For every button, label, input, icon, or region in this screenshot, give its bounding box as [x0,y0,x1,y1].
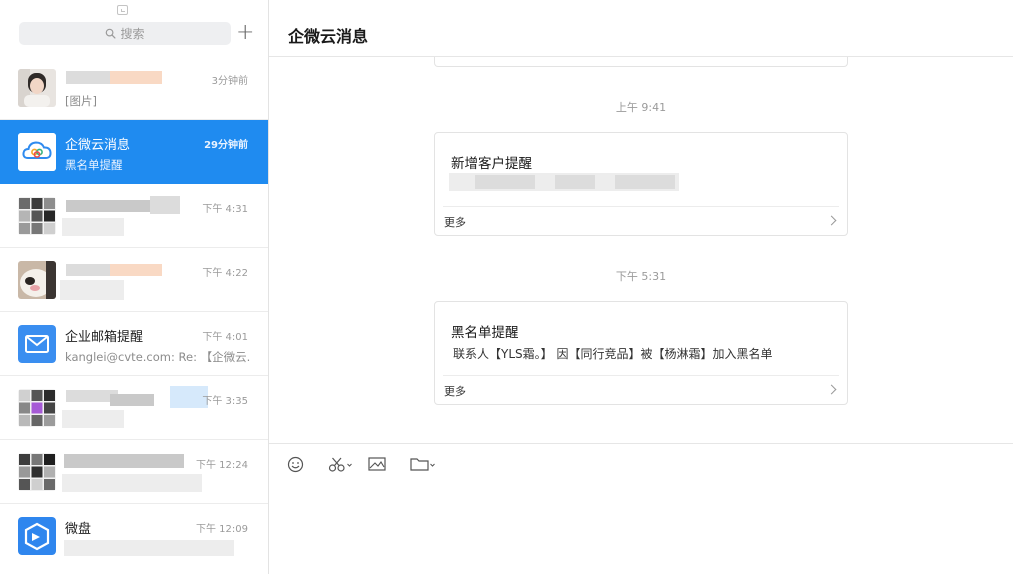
input-toolbar [287,454,450,474]
conversation-name: 微盘 [65,522,92,537]
conversation-item[interactable]: 下午 3:35 [0,376,268,440]
message-card-partial [434,57,848,67]
conversation-item[interactable]: 下午 4:22 [0,248,268,312]
chat-title: 企微云消息 [288,27,369,46]
conversation-item[interactable]: 下午 12:24 [0,440,268,504]
conversation-name: 企业邮箱提醒 [65,330,144,345]
conversation-time: 3分钟前 [211,76,248,87]
chevron-right-icon[interactable] [826,215,837,226]
conversation-preview: kanglei@cvte.com: Re: 【企微云... [65,350,250,364]
conversation-item[interactable]: 下午 4:31 [0,184,268,248]
message-card-blacklist[interactable]: 黑名单提醒 联系人【YLS霜。】 因【同行竞品】被【杨淋霜】加入黑名单 更多 [434,301,848,405]
group-avatar [18,453,56,491]
avatar [18,261,56,299]
card-more-link[interactable]: 更多 [444,383,466,399]
conversation-name: 企微云消息 [65,138,131,153]
input-divider [269,443,1013,444]
window-restore-icon[interactable] [117,5,128,15]
conversation-item[interactable]: 企业邮箱提醒 kanglei@cvte.com: Re: 【企微云... 下午 … [0,312,268,376]
group-avatar [18,197,56,235]
weipan-box-icon [18,517,56,555]
conversation-item[interactable]: [图片] 3分钟前 [0,56,268,120]
qiweiyun-cloud-icon [18,133,56,171]
folder-button[interactable] [410,455,436,473]
card-title: 新增客户提醒 [451,156,532,172]
image-icon [368,457,386,471]
conversation-item[interactable]: 微盘 下午 12:09 [0,504,268,568]
app-window: 搜索 + [图片] 3分钟前 企微云消息 黑名单提醒 29分钟前 下午 4:31… [0,0,1013,574]
search-input[interactable]: 搜索 [19,22,231,45]
add-button[interactable]: + [236,22,254,44]
conversation-time: 下午 4:01 [202,332,248,343]
conversation-time: 下午 3:35 [202,396,248,407]
message-timestamp: 上午 9:41 [615,101,667,114]
conversation-time: 下午 12:09 [196,524,248,535]
avatar [18,69,56,107]
image-button[interactable] [368,455,386,473]
emoji-button[interactable] [287,455,304,473]
search-placeholder: 搜索 [120,27,145,41]
conversation-time: 下午 12:24 [196,460,248,471]
card-body: 联系人【YLS霜。】 因【同行竞品】被【杨淋霜】加入黑名单 [453,347,773,361]
conversation-time: 下午 4:22 [202,268,248,279]
conversation-preview: 黑名单提醒 [65,158,123,172]
screenshot-button[interactable] [328,455,354,473]
card-divider [443,206,839,207]
conversation-item-active[interactable]: 企微云消息 黑名单提醒 29分钟前 [0,120,268,184]
scissors-icon [328,457,352,472]
conversation-time: 下午 4:31 [202,204,248,215]
chevron-right-icon[interactable] [826,384,837,395]
message-input[interactable] [269,480,1013,574]
chat-panel: 企微云消息 上午 9:41 新增客户提醒 更多 下午 5:31 黑名单提醒 联系… [269,0,1013,574]
emoji-icon [287,456,304,472]
message-timestamp: 下午 5:31 [615,270,667,283]
search-icon [106,28,117,39]
card-divider [443,375,839,376]
sidebar: 搜索 + [图片] 3分钟前 企微云消息 黑名单提醒 29分钟前 下午 4:31… [0,0,269,574]
conversation-list: [图片] 3分钟前 企微云消息 黑名单提醒 29分钟前 下午 4:31 下午 4… [0,56,268,568]
folder-icon [410,458,435,471]
card-title: 黑名单提醒 [451,325,519,341]
mail-envelope-icon [18,325,56,363]
conversation-preview: [图片] [65,94,97,108]
group-avatar [18,389,56,427]
message-area[interactable]: 上午 9:41 新增客户提醒 更多 下午 5:31 黑名单提醒 联系人【YLS霜… [269,57,1013,443]
card-more-link[interactable]: 更多 [444,214,466,230]
conversation-time: 29分钟前 [204,140,248,151]
message-card-new-customer[interactable]: 新增客户提醒 更多 [434,132,848,236]
